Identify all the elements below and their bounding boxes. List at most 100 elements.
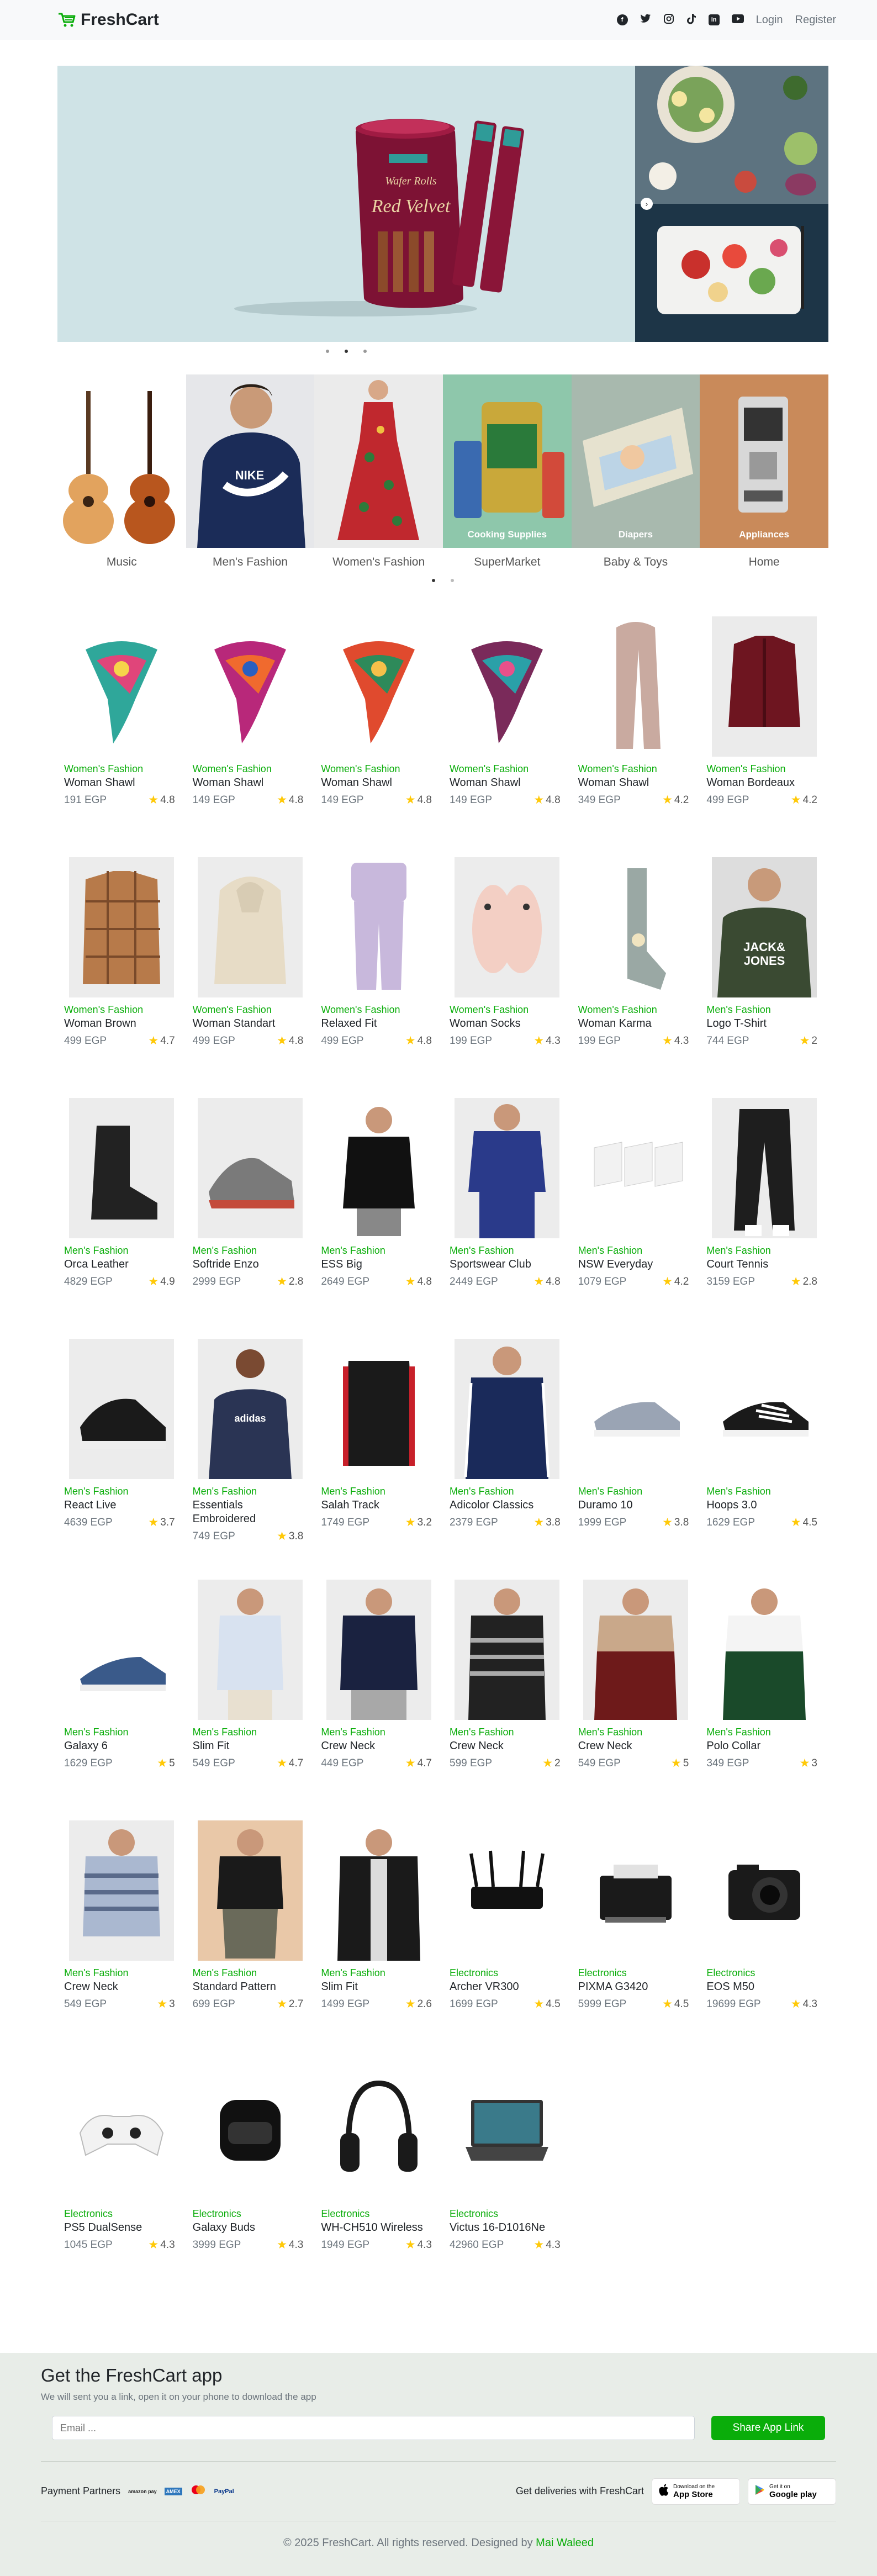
product-image[interactable]	[326, 1820, 431, 1961]
product-image[interactable]	[455, 1820, 560, 1961]
product-card[interactable]: Men's Fashion Crew Neck 549 EGP ★ 3	[57, 1817, 186, 2058]
product-card[interactable]: Men's Fashion Crew Neck 549 EGP ★ 5	[572, 1576, 700, 1817]
product-image[interactable]	[69, 1098, 175, 1238]
product-image[interactable]	[326, 857, 431, 997]
product-image[interactable]	[455, 1580, 560, 1720]
product-card[interactable]: Electronics Victus 16-D1016Ne 42960 EGP …	[443, 2058, 572, 2299]
product-card[interactable]: Women's Fashion Woman Shawl 149 EGP ★ 4.…	[443, 613, 572, 854]
slider-dot[interactable]	[326, 350, 329, 353]
product-card[interactable]: Electronics Galaxy Buds 3999 EGP ★ 4.3	[186, 2058, 315, 2299]
product-image[interactable]	[455, 1098, 560, 1238]
product-card[interactable]: Men's Fashion Hoops 3.0 1629 EGP ★ 4.5	[700, 1335, 828, 1576]
product-card[interactable]: Electronics WH-CH510 Wireless 1949 EGP ★…	[314, 2058, 443, 2299]
category-dot-active[interactable]	[432, 579, 435, 582]
product-card[interactable]: Women's Fashion Woman Socks 199 EGP ★ 4.…	[443, 854, 572, 1095]
product-image[interactable]	[326, 616, 431, 757]
product-image[interactable]	[69, 1580, 175, 1720]
product-card[interactable]: Women's Fashion Woman Bordeaux 499 EGP ★…	[700, 613, 828, 854]
product-card[interactable]: Men's Fashion Polo Collar 349 EGP ★ 3	[700, 1576, 828, 1817]
product-card[interactable]: Women's Fashion Relaxed Fit 499 EGP ★ 4.…	[314, 854, 443, 1095]
product-card[interactable]: Men's Fashion Salah Track 1749 EGP ★ 3.2	[314, 1335, 443, 1576]
product-card[interactable]: Electronics PS5 DualSense 1045 EGP ★ 4.3	[57, 2058, 186, 2299]
category-music[interactable]: Music	[57, 374, 186, 569]
category-supermarket[interactable]: Cooking Supplies SuperMarket	[442, 374, 572, 569]
product-card[interactable]: Men's Fashion Adicolor Classics 2379 EGP…	[443, 1335, 572, 1576]
product-image[interactable]: adidas	[197, 1339, 303, 1479]
product-image[interactable]	[69, 616, 175, 757]
product-image[interactable]	[583, 1339, 688, 1479]
product-image[interactable]	[583, 857, 688, 997]
product-image[interactable]	[197, 616, 303, 757]
product-image[interactable]	[326, 1339, 431, 1479]
product-image[interactable]	[711, 1820, 817, 1961]
product-image[interactable]	[69, 1339, 175, 1479]
category-baby-toys[interactable]: Diapers Baby & Toys	[571, 374, 700, 569]
product-card[interactable]: Men's Fashion Duramo 10 1999 EGP ★ 3.8	[572, 1335, 700, 1576]
product-card[interactable]: Men's Fashion Crew Neck 449 EGP ★ 4.7	[314, 1576, 443, 1817]
product-card[interactable]: Men's Fashion Slim Fit 549 EGP ★ 4.7	[186, 1576, 315, 1817]
product-image[interactable]	[197, 1098, 303, 1238]
product-image[interactable]	[197, 857, 303, 997]
product-image[interactable]	[711, 1098, 817, 1238]
twitter-icon[interactable]	[640, 14, 651, 27]
product-image[interactable]	[455, 857, 560, 997]
product-image[interactable]	[711, 616, 817, 757]
product-card[interactable]: Women's Fashion Woman Karma 199 EGP ★ 4.…	[572, 854, 700, 1095]
tiktok-icon[interactable]	[686, 13, 696, 27]
google-play-button[interactable]: Get it on Google play	[748, 2478, 836, 2505]
product-image[interactable]	[583, 1098, 688, 1238]
youtube-icon[interactable]	[731, 14, 744, 26]
product-image[interactable]	[711, 1339, 817, 1479]
product-card[interactable]: Women's Fashion Woman Standart 499 EGP ★…	[186, 854, 315, 1095]
app-store-button[interactable]: Download on the App Store	[652, 2478, 740, 2505]
product-image[interactable]	[711, 1580, 817, 1720]
product-image[interactable]	[197, 1820, 303, 1961]
product-card[interactable]: JACK& JONES Men's Fashion Logo T-Shirt 74…	[700, 854, 828, 1095]
product-card[interactable]: Electronics Archer VR300 1699 EGP ★ 4.5	[443, 1817, 572, 2058]
linkedin-icon[interactable]: in	[708, 14, 720, 25]
category-womens-fashion[interactable]: Women's Fashion	[314, 374, 443, 569]
product-image[interactable]	[326, 1580, 431, 1720]
product-card[interactable]: Men's Fashion Orca Leather 4829 EGP ★ 4.…	[57, 1095, 186, 1335]
slider-next-arrow-icon[interactable]: ›	[641, 198, 653, 210]
slider-dot-active[interactable]	[345, 350, 348, 353]
email-input[interactable]	[52, 2416, 695, 2440]
product-image[interactable]: JACK& JONES	[711, 857, 817, 997]
product-card[interactable]: Women's Fashion Woman Shawl 349 EGP ★ 4.…	[572, 613, 700, 854]
product-card[interactable]: Men's Fashion NSW Everyday 1079 EGP ★ 4.…	[572, 1095, 700, 1335]
brand-logo[interactable]: FreshCart	[57, 10, 159, 29]
product-image[interactable]	[69, 2061, 175, 2202]
product-card[interactable]: Electronics PIXMA G3420 5999 EGP ★ 4.5	[572, 1817, 700, 2058]
product-image[interactable]	[455, 1339, 560, 1479]
category-home[interactable]: Appliances Home	[700, 374, 828, 569]
product-card[interactable]: Men's Fashion Sportswear Club 2449 EGP ★…	[443, 1095, 572, 1335]
product-image[interactable]	[326, 1098, 431, 1238]
instagram-icon[interactable]	[663, 13, 674, 27]
product-image[interactable]	[583, 616, 688, 757]
product-image[interactable]	[197, 2061, 303, 2202]
product-card[interactable]: Men's Fashion React Live 4639 EGP ★ 3.7	[57, 1335, 186, 1576]
product-image[interactable]	[197, 1580, 303, 1720]
product-card[interactable]: Electronics EOS M50 19699 EGP ★ 4.3	[700, 1817, 828, 2058]
product-card[interactable]: Men's Fashion Galaxy 6 1629 EGP ★ 5	[57, 1576, 186, 1817]
product-image[interactable]	[455, 2061, 560, 2202]
product-card[interactable]: Men's Fashion Court Tennis 3159 EGP ★ 2.…	[700, 1095, 828, 1335]
category-dot[interactable]	[451, 579, 454, 582]
product-card[interactable]: adidas Men's Fashion Essentials Embroide…	[186, 1335, 315, 1576]
product-card[interactable]: Women's Fashion Woman Brown 499 EGP ★ 4.…	[57, 854, 186, 1095]
category-mens-fashion[interactable]: NIKE Men's Fashion	[186, 374, 315, 569]
product-card[interactable]: Men's Fashion Slim Fit 1499 EGP ★ 2.6	[314, 1817, 443, 2058]
register-link[interactable]: Register	[795, 14, 836, 27]
facebook-icon[interactable]: f	[616, 14, 628, 25]
product-image[interactable]	[455, 616, 560, 757]
login-link[interactable]: Login	[756, 14, 783, 27]
product-image[interactable]	[69, 1820, 175, 1961]
product-image[interactable]	[583, 1580, 688, 1720]
product-card[interactable]: Women's Fashion Woman Shawl 191 EGP ★ 4.…	[57, 613, 186, 854]
slider-dot[interactable]	[363, 350, 367, 353]
share-app-link-button[interactable]: Share App Link	[711, 2416, 825, 2440]
product-image[interactable]	[583, 1820, 688, 1961]
product-card[interactable]: Women's Fashion Woman Shawl 149 EGP ★ 4.…	[186, 613, 315, 854]
product-card[interactable]: Women's Fashion Woman Shawl 149 EGP ★ 4.…	[314, 613, 443, 854]
product-card[interactable]: Men's Fashion ESS Big 2649 EGP ★ 4.8	[314, 1095, 443, 1335]
